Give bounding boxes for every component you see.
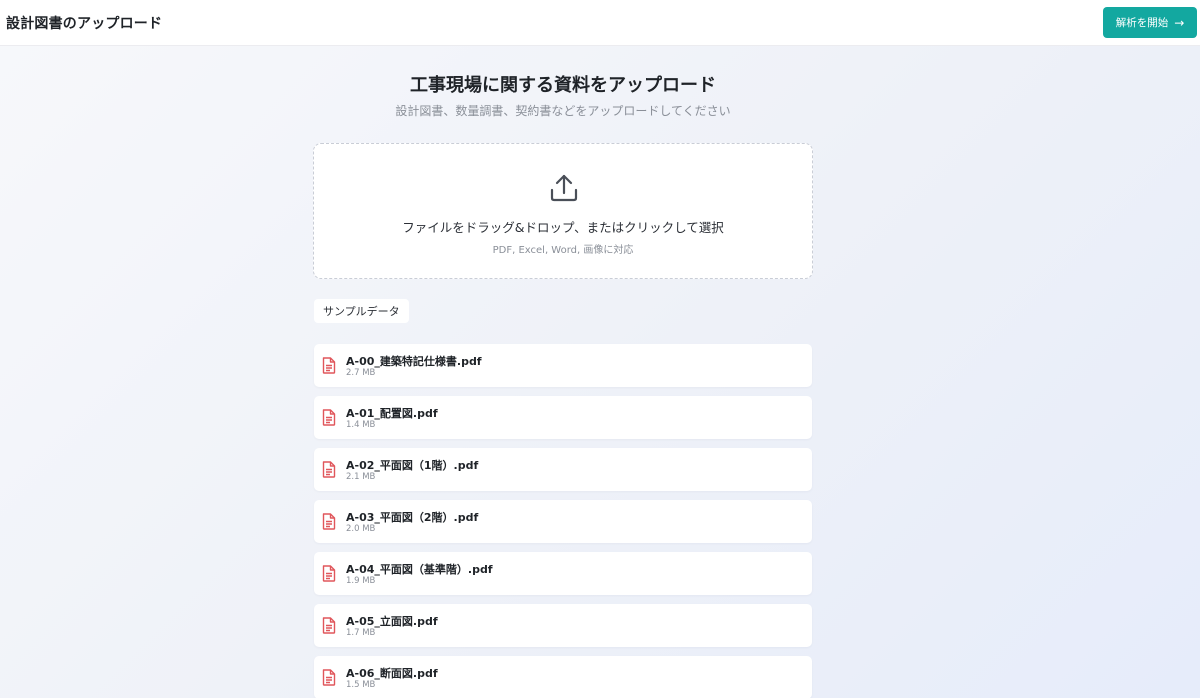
- file-name: A-02_平面図（1階）.pdf: [346, 459, 479, 472]
- file-item[interactable]: A-04_平面図（基準階）.pdf 1.9 MB: [314, 552, 812, 595]
- top-header: 設計図書のアップロード 解析を開始 →: [0, 0, 1200, 46]
- dropzone-formats: PDF, Excel, Word, 画像に対応: [492, 245, 634, 256]
- file-size: 1.4 MB: [346, 420, 376, 430]
- file-size: 1.5 MB: [346, 680, 376, 690]
- arrow-right-icon: →: [1174, 15, 1185, 30]
- file-size: 1.9 MB: [346, 576, 376, 586]
- start-analysis-button[interactable]: 解析を開始 →: [1103, 7, 1197, 38]
- file-size: 2.0 MB: [346, 524, 376, 534]
- file-name: A-01_配置図.pdf: [346, 407, 438, 420]
- file-item[interactable]: A-03_平面図（2階）.pdf 2.0 MB: [314, 500, 812, 543]
- page-title: 設計図書のアップロード: [6, 16, 163, 32]
- file-item[interactable]: A-00_建築特記仕様書.pdf 2.7 MB: [314, 344, 812, 387]
- pdf-file-icon: [322, 461, 336, 478]
- file-name: A-05_立面図.pdf: [346, 615, 438, 628]
- dropzone-instruction: ファイルをドラッグ&ドロップ、またはクリックして選択: [402, 220, 724, 235]
- file-item[interactable]: A-01_配置図.pdf 1.4 MB: [314, 396, 812, 439]
- pdf-file-icon: [322, 669, 336, 686]
- file-item[interactable]: A-02_平面図（1階）.pdf 2.1 MB: [314, 448, 812, 491]
- file-dropzone[interactable]: ファイルをドラッグ&ドロップ、またはクリックして選択 PDF, Excel, W…: [313, 143, 813, 279]
- upload-subheading: 設計図書、数量調書、契約書などをアップロードしてください: [395, 104, 731, 118]
- file-size: 1.7 MB: [346, 628, 376, 638]
- pdf-file-icon: [322, 617, 336, 634]
- file-name: A-00_建築特記仕様書.pdf: [346, 355, 482, 368]
- upload-heading: 工事現場に関する資料をアップロード: [410, 75, 716, 96]
- file-name: A-03_平面図（2階）.pdf: [346, 511, 479, 524]
- sample-data-button[interactable]: サンプルデータ: [314, 299, 409, 323]
- file-size: 2.1 MB: [346, 472, 376, 482]
- pdf-file-icon: [322, 357, 336, 374]
- file-size: 2.7 MB: [346, 368, 376, 378]
- file-item[interactable]: A-06_断面図.pdf 1.5 MB: [314, 656, 812, 698]
- file-item[interactable]: A-05_立面図.pdf 1.7 MB: [314, 604, 812, 647]
- file-name: A-04_平面図（基準階）.pdf: [346, 563, 493, 576]
- pdf-file-icon: [322, 513, 336, 530]
- pdf-file-icon: [322, 409, 336, 426]
- pdf-file-icon: [322, 565, 336, 582]
- start-analysis-label: 解析を開始: [1115, 17, 1169, 29]
- upload-icon: [550, 174, 578, 202]
- file-name: A-06_断面図.pdf: [346, 667, 438, 680]
